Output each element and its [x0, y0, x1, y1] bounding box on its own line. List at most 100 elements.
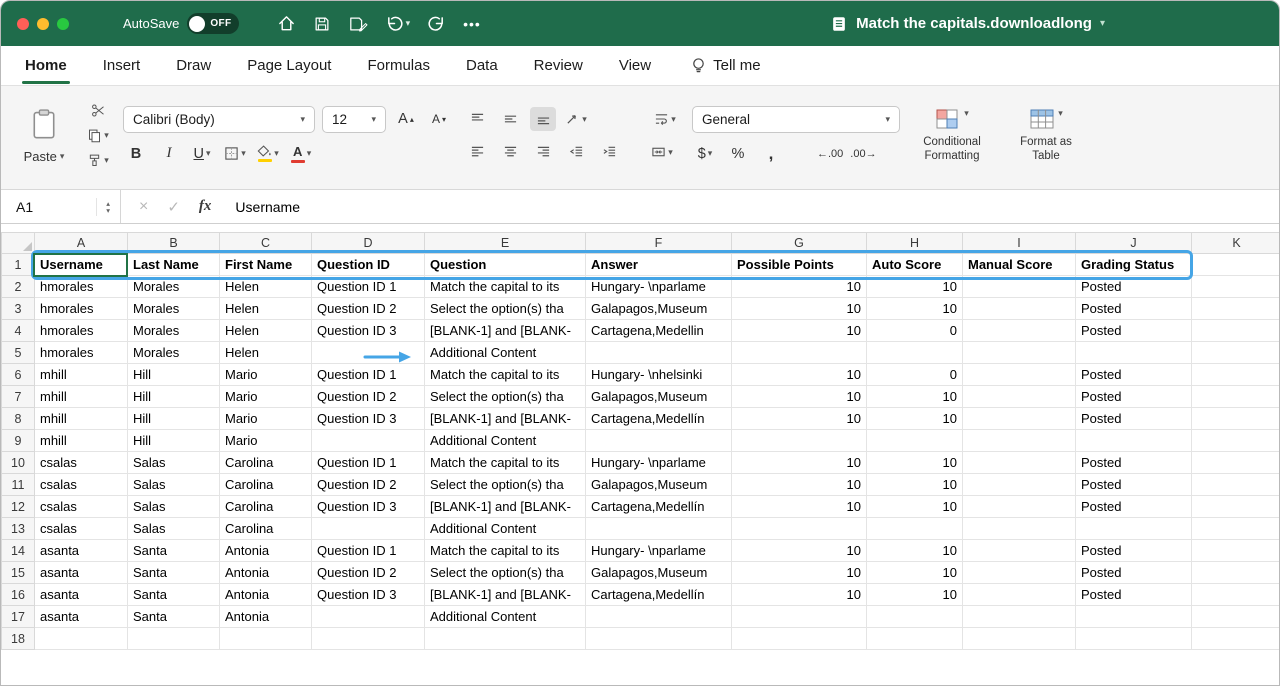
cell-C13[interactable]: Carolina — [220, 518, 312, 540]
cell-A2[interactable]: hmorales — [35, 276, 128, 298]
cell-E13[interactable]: Additional Content — [425, 518, 586, 540]
column-header-G[interactable]: G — [732, 233, 867, 254]
cell-D4[interactable]: Question ID 3 — [312, 320, 425, 342]
cell-E4[interactable]: [BLANK-1] and [BLANK- — [425, 320, 586, 342]
cell-H2[interactable]: 10 — [867, 276, 963, 298]
cell-G9[interactable] — [732, 430, 867, 452]
row-header-7[interactable]: 7 — [2, 386, 35, 408]
cell-H10[interactable]: 10 — [867, 452, 963, 474]
cell-I16[interactable] — [963, 584, 1076, 606]
cell-H13[interactable] — [867, 518, 963, 540]
cell-G11[interactable]: 10 — [732, 474, 867, 496]
column-header-C[interactable]: C — [220, 233, 312, 254]
cell-E16[interactable]: [BLANK-1] and [BLANK- — [425, 584, 586, 606]
cell-F12[interactable]: Cartagena,Medellín — [586, 496, 732, 518]
cell-K10[interactable] — [1192, 452, 1280, 474]
cell-K7[interactable] — [1192, 386, 1280, 408]
cell-C2[interactable]: Helen — [220, 276, 312, 298]
row-header-5[interactable]: 5 — [2, 342, 35, 364]
decrease-indent-button[interactable] — [563, 140, 589, 164]
cell-G14[interactable]: 10 — [732, 540, 867, 562]
cell-E10[interactable]: Match the capital to its — [425, 452, 586, 474]
cell-D9[interactable] — [312, 430, 425, 452]
bottom-align-button[interactable] — [530, 107, 556, 131]
cell-K16[interactable] — [1192, 584, 1280, 606]
cell-C7[interactable]: Mario — [220, 386, 312, 408]
cell-D1[interactable]: Question ID — [312, 254, 425, 276]
cell-C1[interactable]: First Name — [220, 254, 312, 276]
cell-H6[interactable]: 0 — [867, 364, 963, 386]
cell-H18[interactable] — [867, 628, 963, 650]
cell-J8[interactable]: Posted — [1076, 408, 1192, 430]
row-header-13[interactable]: 13 — [2, 518, 35, 540]
cell-I5[interactable] — [963, 342, 1076, 364]
cell-B11[interactable]: Salas — [128, 474, 220, 496]
orientation-button[interactable]: ▾ — [563, 107, 589, 131]
cell-E6[interactable]: Match the capital to its — [425, 364, 586, 386]
fill-color-button[interactable]: ▾ — [255, 142, 281, 166]
cell-F15[interactable]: Galapagos,Museum — [586, 562, 732, 584]
cell-E17[interactable]: Additional Content — [425, 606, 586, 628]
align-right-button[interactable] — [530, 140, 556, 164]
borders-button[interactable]: ▾ — [222, 142, 248, 166]
cell-F9[interactable] — [586, 430, 732, 452]
cell-I10[interactable] — [963, 452, 1076, 474]
tab-insert[interactable]: Insert — [103, 57, 141, 74]
increase-font-size-button[interactable]: A▴ — [393, 107, 419, 131]
cell-D2[interactable]: Question ID 1 — [312, 276, 425, 298]
cell-E8[interactable]: [BLANK-1] and [BLANK- — [425, 408, 586, 430]
cell-I3[interactable] — [963, 298, 1076, 320]
row-header-16[interactable]: 16 — [2, 584, 35, 606]
cell-D10[interactable]: Question ID 1 — [312, 452, 425, 474]
row-header-12[interactable]: 12 — [2, 496, 35, 518]
row-header-11[interactable]: 11 — [2, 474, 35, 496]
cell-B1[interactable]: Last Name — [128, 254, 220, 276]
cancel-entry-icon[interactable]: × — [139, 198, 148, 216]
align-center-button[interactable] — [497, 140, 523, 164]
increase-decimal-button[interactable]: ←.00 — [817, 142, 843, 166]
cell-E9[interactable]: Additional Content — [425, 430, 586, 452]
cell-G8[interactable]: 10 — [732, 408, 867, 430]
cell-B17[interactable]: Santa — [128, 606, 220, 628]
row-header-2[interactable]: 2 — [2, 276, 35, 298]
cell-J18[interactable] — [1076, 628, 1192, 650]
row-header-4[interactable]: 4 — [2, 320, 35, 342]
cell-A1[interactable]: Username — [35, 254, 128, 276]
cell-A16[interactable]: asanta — [35, 584, 128, 606]
cell-G10[interactable]: 10 — [732, 452, 867, 474]
cell-F17[interactable] — [586, 606, 732, 628]
cell-F18[interactable] — [586, 628, 732, 650]
row-header-15[interactable]: 15 — [2, 562, 35, 584]
row-header-9[interactable]: 9 — [2, 430, 35, 452]
cell-D15[interactable]: Question ID 2 — [312, 562, 425, 584]
cell-E15[interactable]: Select the option(s) tha — [425, 562, 586, 584]
cell-G7[interactable]: 10 — [732, 386, 867, 408]
cell-A10[interactable]: csalas — [35, 452, 128, 474]
cell-F8[interactable]: Cartagena,Medellín — [586, 408, 732, 430]
cell-J2[interactable]: Posted — [1076, 276, 1192, 298]
cell-J14[interactable]: Posted — [1076, 540, 1192, 562]
cell-C12[interactable]: Carolina — [220, 496, 312, 518]
cell-E12[interactable]: [BLANK-1] and [BLANK- — [425, 496, 586, 518]
column-header-J[interactable]: J — [1076, 233, 1192, 254]
italic-button[interactable]: I — [156, 142, 182, 166]
cell-K1[interactable] — [1192, 254, 1280, 276]
cell-H1[interactable]: Auto Score — [867, 254, 963, 276]
cell-B8[interactable]: Hill — [128, 408, 220, 430]
select-all-corner[interactable] — [2, 233, 35, 254]
cell-A14[interactable]: asanta — [35, 540, 128, 562]
cell-K5[interactable] — [1192, 342, 1280, 364]
cell-E1[interactable]: Question — [425, 254, 586, 276]
cell-A12[interactable]: csalas — [35, 496, 128, 518]
name-box[interactable]: A1 ▴ ▾ — [1, 190, 121, 223]
cell-I7[interactable] — [963, 386, 1076, 408]
cell-J17[interactable] — [1076, 606, 1192, 628]
chevron-down-icon[interactable]: ▾ — [406, 18, 411, 29]
cell-K8[interactable] — [1192, 408, 1280, 430]
cell-B4[interactable]: Morales — [128, 320, 220, 342]
cell-D13[interactable] — [312, 518, 425, 540]
cell-C17[interactable]: Antonia — [220, 606, 312, 628]
cell-J5[interactable] — [1076, 342, 1192, 364]
cell-B13[interactable]: Salas — [128, 518, 220, 540]
cell-I1[interactable]: Manual Score — [963, 254, 1076, 276]
